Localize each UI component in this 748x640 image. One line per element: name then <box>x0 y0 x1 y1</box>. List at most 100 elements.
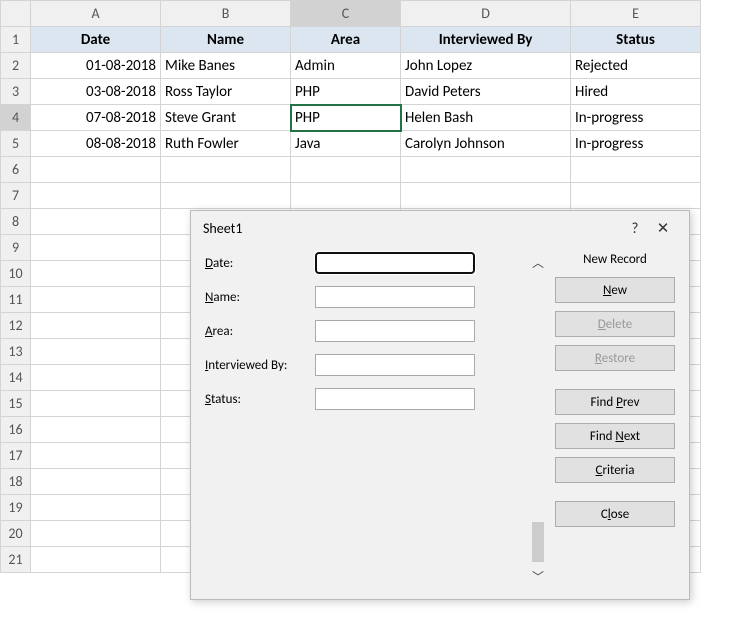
row-header[interactable]: 1 <box>1 27 31 53</box>
cell[interactable] <box>401 183 571 209</box>
col-header-C[interactable]: C <box>291 1 401 27</box>
field-label: Area: <box>205 324 315 339</box>
cell[interactable] <box>291 157 401 183</box>
cell[interactable] <box>571 157 701 183</box>
data-form-dialog: Sheet1 ? ✕ Date:Name:Area:Interviewed By… <box>190 210 690 600</box>
row-header[interactable]: 11 <box>1 287 31 313</box>
cell[interactable]: Name <box>161 27 291 53</box>
cell[interactable]: PHP <box>291 79 401 105</box>
cell[interactable] <box>161 183 291 209</box>
cell[interactable] <box>31 495 161 521</box>
cell[interactable]: Helen Bash <box>401 105 571 131</box>
record-scrollbar[interactable]: ︿ ﹀ <box>527 252 549 587</box>
cell[interactable]: 07-08-2018 <box>31 105 161 131</box>
cell[interactable]: 08-08-2018 <box>31 131 161 157</box>
help-icon[interactable]: ? <box>621 220 649 238</box>
row-header[interactable]: 17 <box>1 443 31 469</box>
cell[interactable] <box>31 235 161 261</box>
cell[interactable]: Admin <box>291 53 401 79</box>
row-header[interactable]: 6 <box>1 157 31 183</box>
cell[interactable] <box>31 521 161 547</box>
cell[interactable] <box>31 391 161 417</box>
cell[interactable]: 03-08-2018 <box>31 79 161 105</box>
row-header[interactable]: 16 <box>1 417 31 443</box>
cell[interactable] <box>31 287 161 313</box>
cell[interactable]: PHP <box>291 105 401 131</box>
cell[interactable]: Mike Banes <box>161 53 291 79</box>
scroll-up-icon[interactable]: ︿ <box>530 252 546 273</box>
col-header-B[interactable]: B <box>161 1 291 27</box>
row-header[interactable]: 18 <box>1 469 31 495</box>
row-header[interactable]: 3 <box>1 79 31 105</box>
scroll-thumb[interactable] <box>532 522 544 562</box>
cell[interactable]: Steve Grant <box>161 105 291 131</box>
row-header[interactable]: 7 <box>1 183 31 209</box>
field-input-a[interactable] <box>315 320 475 342</box>
row-header[interactable]: 12 <box>1 313 31 339</box>
cell[interactable]: 01-08-2018 <box>31 53 161 79</box>
row-header[interactable]: 21 <box>1 547 31 573</box>
cell[interactable] <box>571 183 701 209</box>
cell[interactable] <box>31 417 161 443</box>
field-label: Status: <box>205 392 315 407</box>
find-prev-button[interactable]: Find Prev <box>555 389 675 415</box>
row-header[interactable]: 10 <box>1 261 31 287</box>
cell[interactable] <box>31 157 161 183</box>
cell[interactable] <box>291 183 401 209</box>
select-all-cell[interactable] <box>1 1 31 27</box>
row-header[interactable]: 20 <box>1 521 31 547</box>
row-header[interactable]: 2 <box>1 53 31 79</box>
close-icon[interactable]: ✕ <box>649 219 677 238</box>
cell[interactable] <box>31 469 161 495</box>
col-header-A[interactable]: A <box>31 1 161 27</box>
field-input-s[interactable] <box>315 388 475 410</box>
cell[interactable] <box>161 157 291 183</box>
scroll-down-icon[interactable]: ﹀ <box>530 566 546 587</box>
row-header[interactable]: 8 <box>1 209 31 235</box>
dialog-titlebar: Sheet1 ? ✕ <box>191 211 689 244</box>
criteria-button[interactable]: Criteria <box>555 457 675 483</box>
cell[interactable]: Carolyn Johnson <box>401 131 571 157</box>
cell[interactable]: Hired <box>571 79 701 105</box>
dialog-title: Sheet1 <box>203 220 621 237</box>
cell[interactable]: Status <box>571 27 701 53</box>
close-button[interactable]: Close <box>555 501 675 527</box>
cell[interactable] <box>31 209 161 235</box>
row-header[interactable]: 13 <box>1 339 31 365</box>
cell[interactable] <box>31 365 161 391</box>
field-input-i[interactable] <box>315 354 475 376</box>
cell[interactable]: David Peters <box>401 79 571 105</box>
field-input-d[interactable] <box>315 252 475 274</box>
row-header[interactable]: 19 <box>1 495 31 521</box>
field-label: Date: <box>205 256 315 271</box>
row-header[interactable]: 9 <box>1 235 31 261</box>
col-header-E[interactable]: E <box>571 1 701 27</box>
cell[interactable]: Java <box>291 131 401 157</box>
cell[interactable]: Ross Taylor <box>161 79 291 105</box>
cell[interactable] <box>31 339 161 365</box>
row-header[interactable]: 4 <box>1 105 31 131</box>
cell[interactable] <box>31 261 161 287</box>
row-header[interactable]: 5 <box>1 131 31 157</box>
cell[interactable] <box>401 157 571 183</box>
scroll-track[interactable] <box>530 277 546 562</box>
cell[interactable]: Area <box>291 27 401 53</box>
cell[interactable]: Interviewed By <box>401 27 571 53</box>
cell[interactable]: Ruth Fowler <box>161 131 291 157</box>
cell[interactable] <box>31 313 161 339</box>
record-indicator: New Record <box>555 252 675 267</box>
row-header[interactable]: 14 <box>1 365 31 391</box>
cell[interactable] <box>31 443 161 469</box>
cell[interactable]: Date <box>31 27 161 53</box>
field-input-n[interactable] <box>315 286 475 308</box>
cell[interactable]: Rejected <box>571 53 701 79</box>
cell[interactable]: In-progress <box>571 131 701 157</box>
find-next-button[interactable]: Find Next <box>555 423 675 449</box>
cell[interactable] <box>31 547 161 573</box>
cell[interactable] <box>31 183 161 209</box>
cell[interactable]: John Lopez <box>401 53 571 79</box>
cell[interactable]: In-progress <box>571 105 701 131</box>
new-button[interactable]: New <box>555 277 675 303</box>
row-header[interactable]: 15 <box>1 391 31 417</box>
col-header-D[interactable]: D <box>401 1 571 27</box>
